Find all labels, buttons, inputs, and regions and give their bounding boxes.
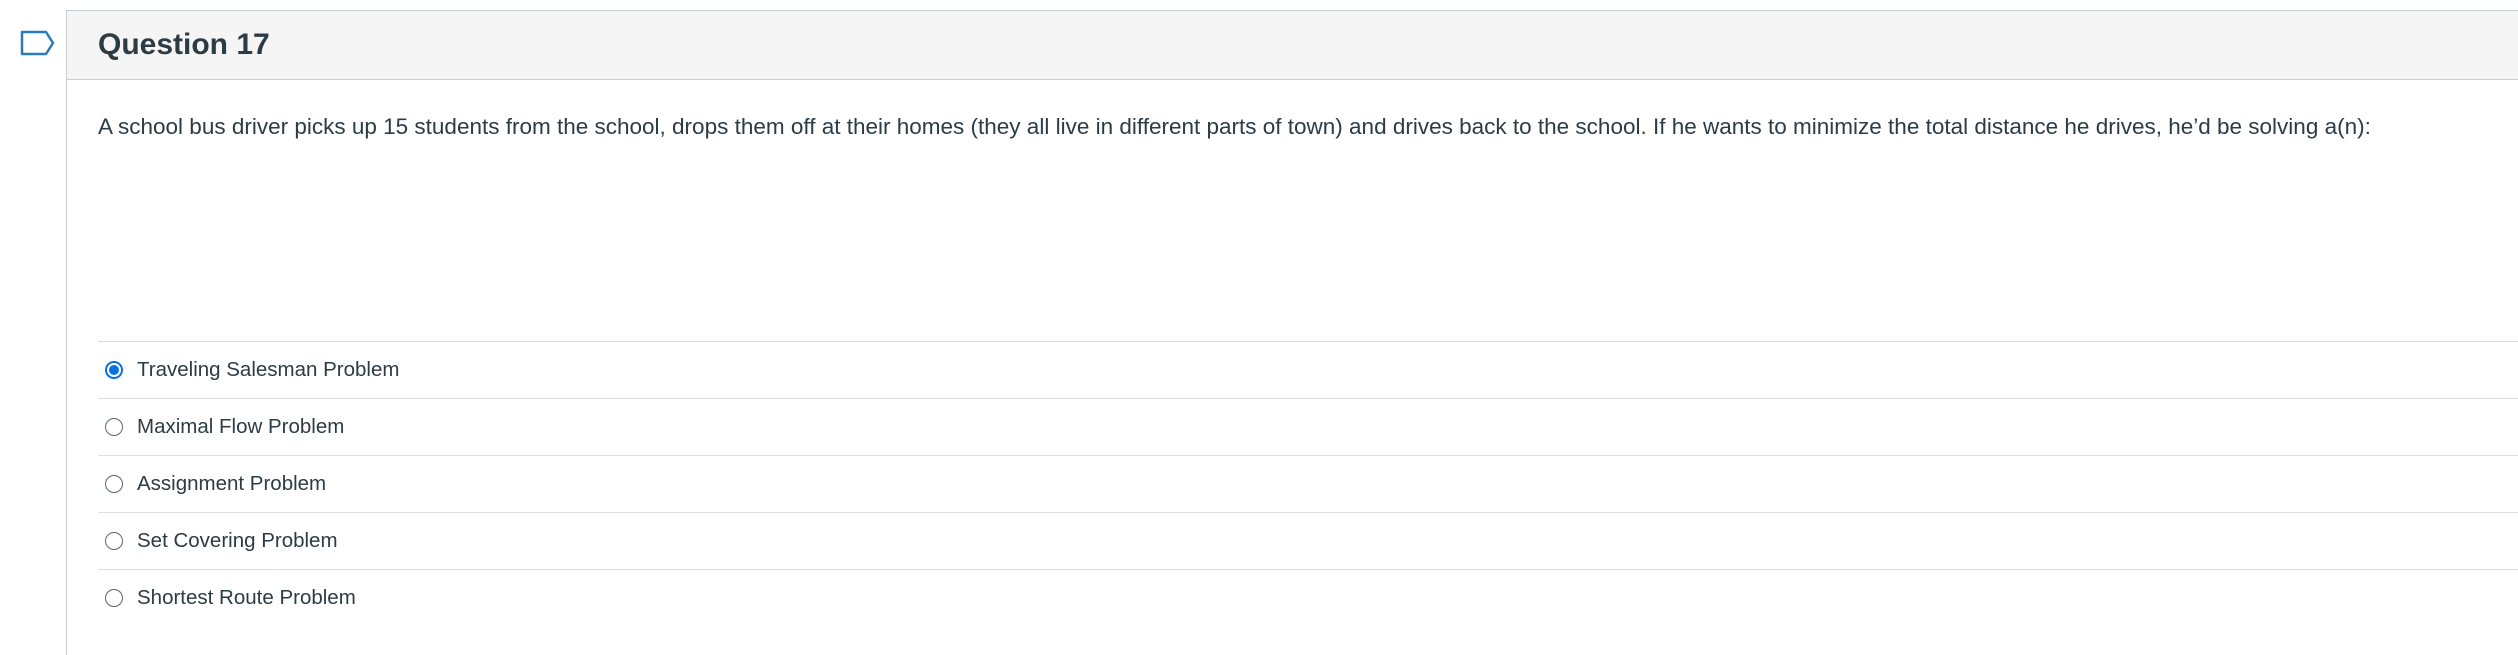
- question-card: Question 17 A school bus driver picks up…: [66, 10, 2518, 655]
- question-title: Question 17: [98, 28, 270, 61]
- answer-option[interactable]: Set Covering Problem: [98, 512, 2518, 569]
- answer-label: Assignment Problem: [137, 472, 327, 495]
- radio-button[interactable]: [105, 589, 123, 607]
- answer-option[interactable]: Shortest Route Problem: [98, 569, 2518, 626]
- answer-option[interactable]: Maximal Flow Problem: [98, 398, 2518, 455]
- answer-option[interactable]: Assignment Problem: [98, 455, 2518, 512]
- question-header: Question 17: [67, 11, 2518, 80]
- radio-button[interactable]: [105, 361, 123, 379]
- answer-list: Traveling Salesman Problem Maximal Flow …: [98, 341, 2518, 626]
- answer-label: Traveling Salesman Problem: [137, 358, 400, 381]
- radio-dot-icon: [109, 365, 119, 375]
- answer-option[interactable]: Traveling Salesman Problem: [98, 341, 2518, 398]
- radio-button[interactable]: [105, 418, 123, 436]
- bookmark-flag-icon[interactable]: [20, 30, 56, 56]
- answer-label: Set Covering Problem: [137, 529, 338, 552]
- answer-label: Maximal Flow Problem: [137, 415, 345, 438]
- radio-button[interactable]: [105, 475, 123, 493]
- radio-button[interactable]: [105, 532, 123, 550]
- answer-label: Shortest Route Problem: [137, 586, 356, 609]
- question-text: A school bus driver picks up 15 students…: [98, 114, 2371, 139]
